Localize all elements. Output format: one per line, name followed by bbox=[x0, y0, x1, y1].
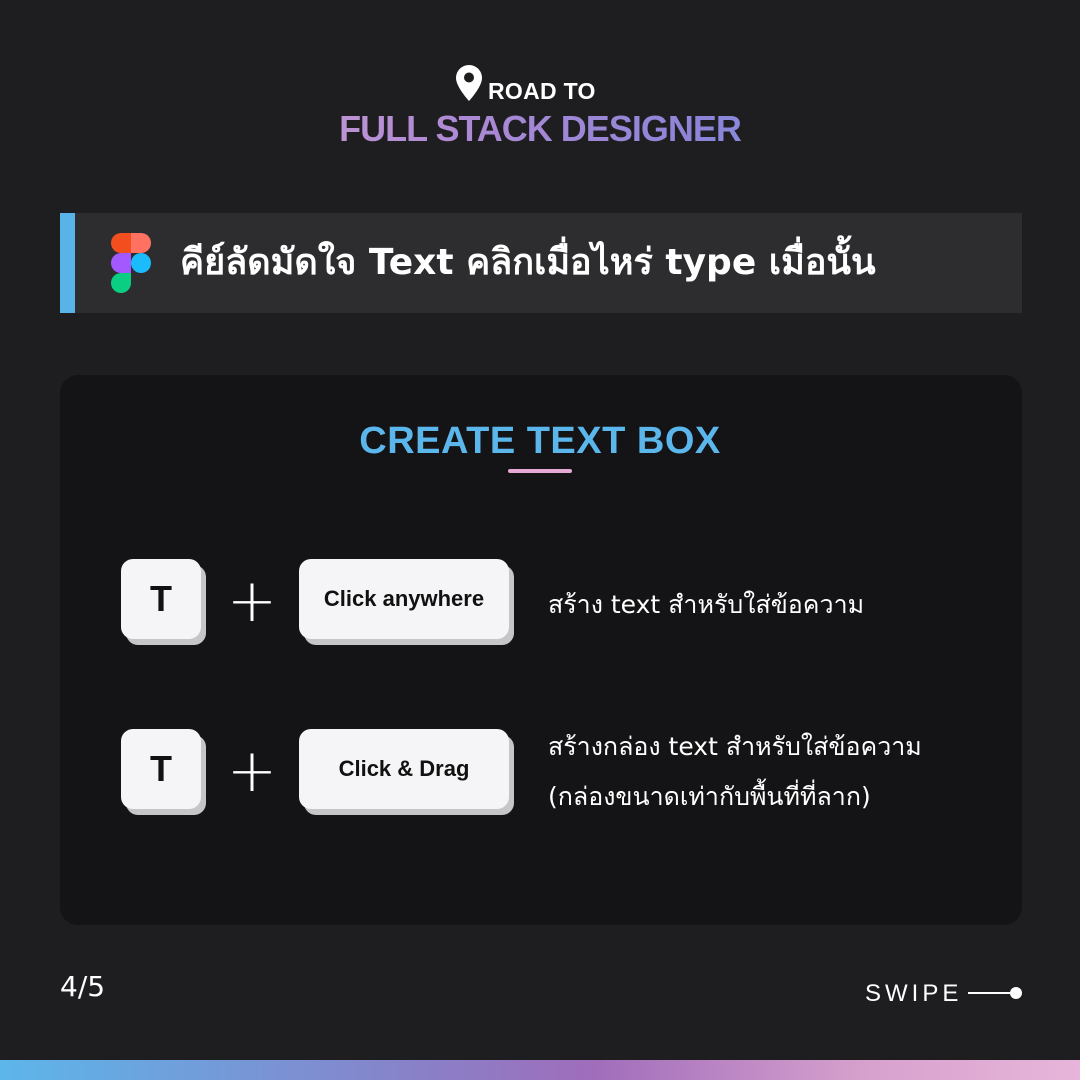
map-pin-icon bbox=[456, 65, 482, 101]
card-title-underline bbox=[508, 469, 572, 473]
card-title: CREATE TEXT BOX bbox=[359, 420, 721, 462]
brand-top-line: ROAD TO bbox=[488, 78, 596, 104]
swipe-label: SWIPE bbox=[865, 980, 963, 1007]
action-key: Click & Drag bbox=[299, 729, 509, 809]
bottom-gradient-bar bbox=[0, 1060, 1080, 1080]
key-t: T bbox=[121, 729, 201, 809]
header-accent-bar bbox=[60, 213, 75, 313]
brand-main-line: FULL STACK DESIGNER bbox=[0, 108, 1080, 150]
action-key: Click anywhere bbox=[299, 559, 509, 639]
page-indicator: 4/5 bbox=[60, 970, 106, 1003]
plus-icon: + bbox=[226, 566, 278, 636]
brand: ROAD TO FULL STACK DESIGNER bbox=[0, 62, 1080, 152]
header-banner: คีย์ลัดมัดใจ Text คลิกเมื่อไหร่ type เมื… bbox=[60, 213, 1022, 313]
shortcut-description: สร้างกล่อง text สำหรับใส่ข้อความ bbox=[548, 732, 922, 761]
swipe-arrow-line bbox=[968, 992, 1012, 994]
swipe-arrow-dot bbox=[1010, 987, 1022, 999]
plus-icon: + bbox=[226, 736, 278, 806]
key-t: T bbox=[121, 559, 201, 639]
shortcut-description-note: (กล่องขนาดเท่ากับพื้นที่ที่ลาก) bbox=[548, 782, 871, 811]
page-title: คีย์ลัดมัดใจ Text คลิกเมื่อไหร่ type เมื… bbox=[180, 242, 876, 283]
figma-icon bbox=[111, 233, 151, 293]
shortcut-description: สร้าง text สำหรับใส่ข้อความ bbox=[548, 590, 865, 619]
